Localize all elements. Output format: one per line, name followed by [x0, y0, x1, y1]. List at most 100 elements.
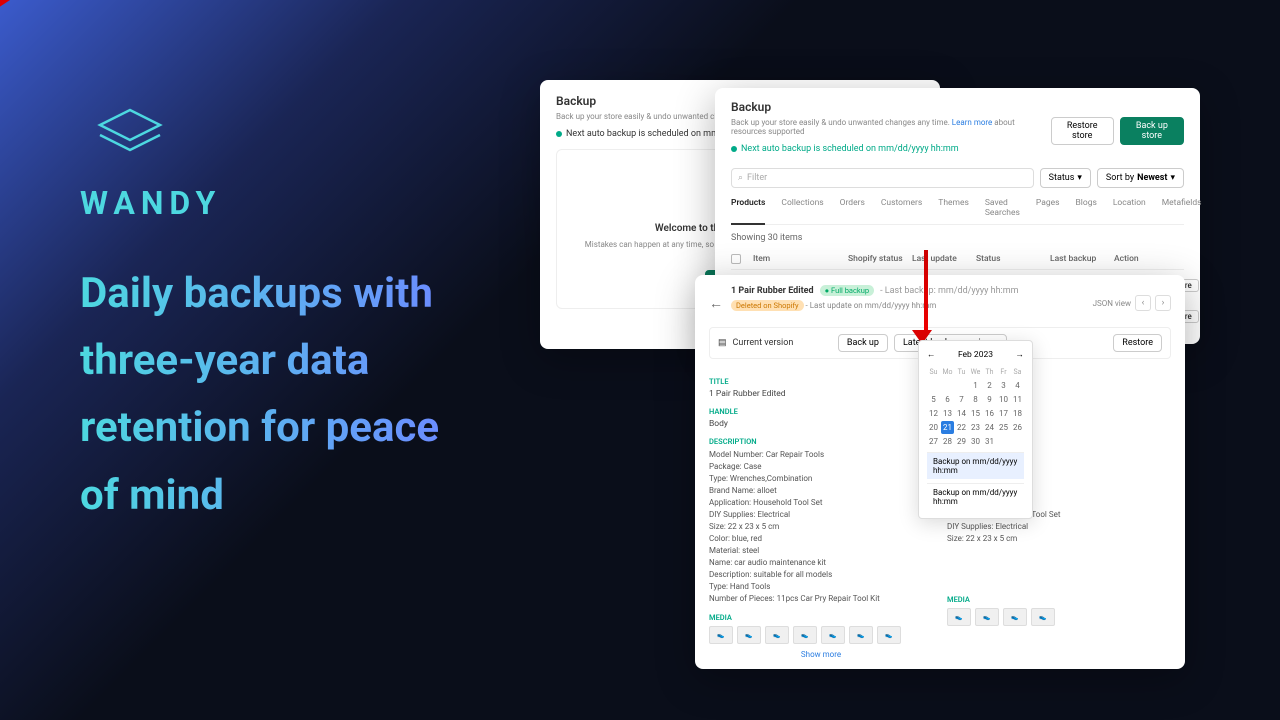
date-picker[interactable]: ← Feb 2023 → SuMoTuWeThFrSa1234567891011…: [918, 340, 1033, 519]
calendar-day[interactable]: 13: [941, 407, 954, 420]
show-more-link[interactable]: Show more: [709, 650, 933, 659]
calendar-day[interactable]: 27: [927, 435, 940, 448]
chevron-down-icon: ▾: [1077, 173, 1082, 183]
calendar-day[interactable]: 11: [1011, 393, 1024, 406]
tab-saved-searches[interactable]: Saved Searches: [985, 198, 1020, 218]
brand-name: WANDY: [80, 184, 221, 222]
tab-location[interactable]: Location: [1113, 198, 1146, 218]
calendar-day[interactable]: 7: [955, 393, 968, 406]
calendar-day[interactable]: 6: [941, 393, 954, 406]
calendar-day[interactable]: 22: [955, 421, 968, 434]
calendar-day[interactable]: 23: [969, 421, 982, 434]
calendar-day[interactable]: 20: [927, 421, 940, 434]
tab-themes[interactable]: Themes: [938, 198, 969, 218]
deleted-badge: Deleted on Shopify: [731, 300, 804, 311]
filter-input[interactable]: ⌕ Filter: [731, 168, 1034, 188]
media-thumbnail[interactable]: 👟: [821, 626, 845, 644]
next-button[interactable]: ›: [1155, 295, 1171, 311]
status-dot-icon: [731, 146, 737, 152]
brand-block: WANDY: [80, 90, 221, 222]
wandy-logo-icon: [80, 90, 180, 160]
calendar-day[interactable]: 26: [1011, 421, 1024, 434]
status-filter-button[interactable]: Status▾: [1040, 168, 1091, 188]
calendar-day[interactable]: 2: [983, 379, 996, 392]
calendar-day[interactable]: 14: [955, 407, 968, 420]
json-view-toggle[interactable]: JSON view: [1093, 299, 1131, 308]
tab-products[interactable]: Products: [731, 198, 765, 225]
backup-option-selected[interactable]: Backup on mm/dd/yyyy hh:mm: [927, 452, 1024, 479]
arrow-icon: [920, 250, 932, 344]
calendar-day[interactable]: 4: [1011, 379, 1024, 392]
select-all-checkbox[interactable]: [731, 254, 741, 264]
calendar-month: Feb 2023: [958, 350, 993, 360]
media-thumbnail[interactable]: 👟: [1003, 608, 1027, 626]
calendar-day: [955, 379, 968, 392]
media-thumbnail[interactable]: 👟: [975, 608, 999, 626]
media-thumbnail[interactable]: 👟: [793, 626, 817, 644]
panel2-sub: Back up your store easily & undo unwante…: [731, 118, 1051, 136]
tab-customers[interactable]: Customers: [881, 198, 922, 218]
tab-blogs[interactable]: Blogs: [1075, 198, 1096, 218]
calendar-day[interactable]: 29: [955, 435, 968, 448]
calendar-day[interactable]: 24: [983, 421, 996, 434]
current-col: TITLE 1 Pair Rubber Edited HANDLE Body D…: [709, 369, 933, 659]
calendar-day[interactable]: 12: [927, 407, 940, 420]
resource-tabs: Products Collections Orders Customers Themes…: [731, 198, 1184, 225]
tab-orders[interactable]: Orders: [840, 198, 865, 218]
next-month-icon[interactable]: →: [1015, 349, 1024, 360]
backup-store-button[interactable]: Back up store: [1120, 117, 1184, 145]
calendar-day[interactable]: 30: [969, 435, 982, 448]
media-thumbnail[interactable]: 👟: [877, 626, 901, 644]
calendar-day[interactable]: 31: [983, 435, 996, 448]
backup-button[interactable]: Back up: [838, 334, 888, 352]
tab-collections[interactable]: Collections: [781, 198, 823, 218]
panel2-title: Backup: [731, 100, 1051, 114]
calendar-day[interactable]: 3: [997, 379, 1010, 392]
prev-month-icon[interactable]: ←: [927, 349, 936, 360]
arrow-icon: [0, 0, 1280, 16]
sort-button[interactable]: Sort by Newest▾: [1097, 168, 1184, 188]
calendar-day: [927, 379, 940, 392]
calendar-day[interactable]: 8: [969, 393, 982, 406]
full-backup-badge: ● Full backup: [820, 285, 874, 296]
calendar-day[interactable]: 18: [1011, 407, 1024, 420]
tab-metafields[interactable]: Metafields: [1162, 198, 1202, 218]
calendar-day[interactable]: 28: [941, 435, 954, 448]
item-count: Showing 30 items: [731, 233, 1184, 243]
media-thumbnail[interactable]: 👟: [709, 626, 733, 644]
table-header: Item Shopify status Last update Status L…: [731, 249, 1184, 270]
backup-option[interactable]: Backup on mm/dd/yyyy hh:mm: [927, 483, 1024, 510]
calendar-day[interactable]: 10: [997, 393, 1010, 406]
search-icon: ⌕: [738, 173, 743, 183]
status-dot-icon: [556, 131, 562, 137]
calendar-day[interactable]: 16: [983, 407, 996, 420]
current-version-label: Current version: [733, 338, 794, 348]
calendar-day[interactable]: 15: [969, 407, 982, 420]
last-backup-label: - Last backup: mm/dd/yyyy hh:mm: [880, 286, 1018, 296]
calendar-day: [1011, 435, 1024, 448]
calendar-day[interactable]: 21: [941, 421, 954, 434]
prev-button[interactable]: ‹: [1135, 295, 1151, 311]
calendar-day[interactable]: 1: [969, 379, 982, 392]
learn-more-link[interactable]: Learn more: [952, 118, 992, 127]
calendar-day[interactable]: 5: [927, 393, 940, 406]
tab-pages[interactable]: Pages: [1036, 198, 1060, 218]
restore-button[interactable]: Restore: [1113, 334, 1162, 352]
calendar-day[interactable]: 17: [997, 407, 1010, 420]
headline-text: Daily backups with three-year data reten…: [80, 260, 440, 529]
calendar-day: [997, 435, 1010, 448]
calendar-day: [941, 379, 954, 392]
schedule-info-2: Next auto backup is scheduled on mm/dd/y…: [731, 144, 1051, 154]
back-arrow-icon[interactable]: ←: [709, 295, 723, 312]
calendar-day[interactable]: 25: [997, 421, 1010, 434]
version-indicator-icon: ▤: [718, 338, 727, 348]
chevron-down-icon: ▾: [1170, 173, 1175, 183]
item-title: 1 Pair Rubber Edited: [731, 286, 814, 296]
media-thumbnail[interactable]: 👟: [947, 608, 971, 626]
media-thumbnail[interactable]: 👟: [765, 626, 789, 644]
calendar-day[interactable]: 9: [983, 393, 996, 406]
restore-store-button[interactable]: Restore store: [1051, 117, 1114, 145]
media-thumbnail[interactable]: 👟: [849, 626, 873, 644]
media-thumbnail[interactable]: 👟: [1031, 608, 1055, 626]
media-thumbnail[interactable]: 👟: [737, 626, 761, 644]
